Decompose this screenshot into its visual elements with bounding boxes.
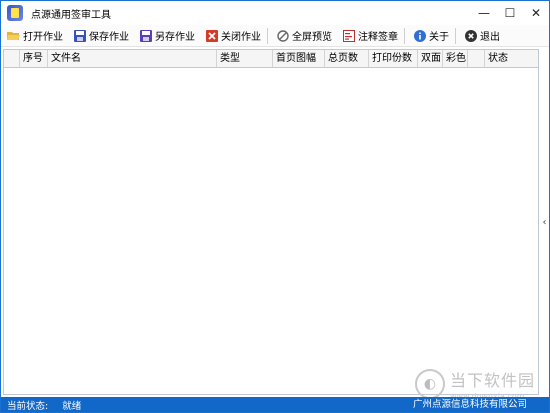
col-header-total-pages[interactable]: 总页数	[325, 50, 369, 67]
close-job-button[interactable]: 关闭作业	[199, 26, 265, 46]
watermark-logo-icon: ◐	[415, 369, 445, 399]
col-header-print-copies[interactable]: 打印份数	[369, 50, 418, 67]
save-icon	[73, 29, 86, 42]
watermark: ◐ 当下软件园 www.downxia.com	[415, 367, 535, 401]
minimize-button[interactable]: —	[471, 1, 497, 25]
company-name: 广州点源信息科技有限公司	[412, 399, 527, 410]
col-header-duplex[interactable]: 双面	[418, 50, 443, 67]
col-header-type[interactable]: 类型	[217, 50, 273, 67]
save-job-button[interactable]: 保存作业	[67, 26, 133, 46]
about-label: 关于	[429, 32, 449, 43]
annotate-sign-label: 注释签章	[358, 32, 398, 43]
col-header-first-page-size[interactable]: 首页图幅	[273, 50, 325, 67]
fullscreen-preview-button[interactable]: 全屏预览	[270, 26, 336, 46]
open-job-button[interactable]: 打开作业	[1, 26, 67, 46]
title-bar[interactable]: 点源通用签审工具 — ☐ ✕	[1, 1, 549, 25]
status-bar: 当前状态: 就绪 广州点源信息科技有限公司	[1, 397, 549, 412]
app-logo-icon	[7, 5, 23, 21]
save-job-label: 保存作业	[89, 32, 129, 43]
status-value: 就绪	[62, 400, 82, 412]
col-header-status[interactable]: 状态	[485, 50, 538, 67]
toolbar: 打开作业 保存作业 另存作业 关闭作业 全屏预览 注释签章 关于 退出	[1, 25, 549, 47]
fullscreen-preview-label: 全屏预览	[292, 32, 332, 43]
col-header-select[interactable]	[4, 50, 20, 67]
col-header-color[interactable]: 彩色	[443, 50, 468, 67]
watermark-text: 当下软件园 www.downxia.com	[450, 367, 535, 401]
window-title: 点源通用签审工具	[31, 9, 111, 21]
watermark-main-text: 当下软件园	[450, 371, 536, 390]
annotate-sign-button[interactable]: 注释签章	[336, 26, 402, 46]
preview-icon	[276, 29, 289, 42]
about-button[interactable]: 关于	[407, 26, 453, 46]
grid-header: 序号 文件名 类型 首页图幅 总页数 打印份数 双面 彩色 状态	[4, 50, 538, 68]
col-header-filename[interactable]: 文件名	[48, 50, 217, 67]
window-controls: — ☐ ✕	[471, 1, 549, 25]
app-window: 点源通用签审工具 — ☐ ✕ 打开作业 保存作业 另存作业 关闭作业 全屏预览 …	[0, 0, 550, 413]
exit-button[interactable]: 退出	[458, 26, 504, 46]
close-job-label: 关闭作业	[221, 32, 261, 43]
close-button[interactable]: ✕	[523, 1, 549, 25]
job-file-grid[interactable]: 序号 文件名 类型 首页图幅 总页数 打印份数 双面 彩色 状态	[3, 49, 539, 395]
open-job-label: 打开作业	[23, 32, 63, 43]
maximize-button[interactable]: ☐	[497, 1, 523, 25]
toolbar-separator	[404, 27, 405, 44]
panel-collapse-handle[interactable]: ‹	[541, 215, 548, 229]
col-header-index[interactable]: 序号	[20, 50, 48, 67]
annotate-icon	[342, 29, 355, 42]
info-icon	[413, 29, 426, 42]
save-as-job-label: 另存作业	[155, 32, 195, 43]
toolbar-separator	[455, 27, 456, 44]
close-job-icon	[205, 29, 218, 42]
exit-label: 退出	[480, 32, 500, 43]
exit-icon	[464, 29, 477, 42]
status-label: 当前状态:	[7, 400, 49, 412]
save-as-job-button[interactable]: 另存作业	[133, 26, 199, 46]
save-as-icon	[139, 29, 152, 42]
col-header-blank[interactable]	[468, 50, 485, 67]
toolbar-separator	[267, 27, 268, 44]
folder-open-icon	[7, 29, 20, 42]
